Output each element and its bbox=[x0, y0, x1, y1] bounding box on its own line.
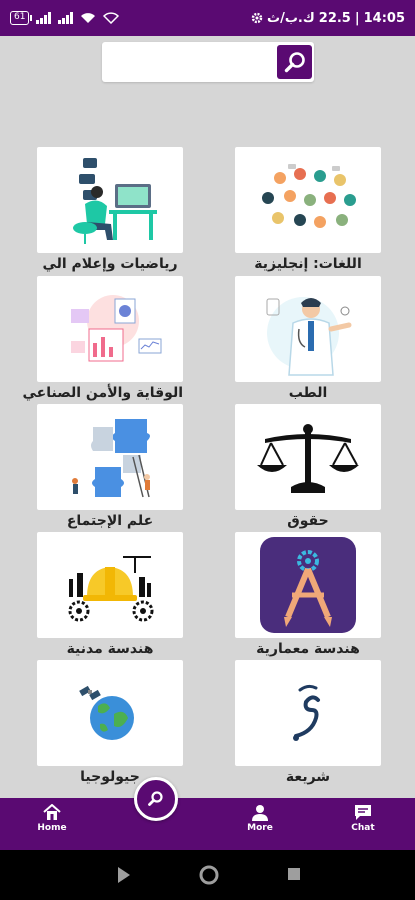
card-industrial-safety[interactable]: الوقاية والأمن الصناعي bbox=[22, 276, 184, 401]
card-architecture[interactable]: هندسة معمارية bbox=[235, 532, 381, 657]
search-icon bbox=[148, 791, 163, 806]
world-people-languages-illustration bbox=[235, 147, 381, 253]
card-sociology[interactable]: علم الإجتماع bbox=[37, 404, 183, 529]
search-icon bbox=[284, 52, 305, 73]
card-label: هندسة معمارية bbox=[256, 641, 360, 657]
nav-chat-label: Chat bbox=[351, 823, 375, 833]
card-label: الطب bbox=[288, 385, 328, 401]
industrial-dashboard-illustration bbox=[37, 276, 183, 382]
chat-icon bbox=[355, 805, 371, 820]
bottom-navigation: Home More Chat bbox=[0, 798, 415, 850]
wifi-icon bbox=[81, 13, 96, 23]
nav-home-label: Home bbox=[37, 823, 67, 833]
card-label: علم الإجتماع bbox=[66, 513, 154, 529]
card-label: الوقاية والأمن الصناعي bbox=[22, 385, 184, 401]
status-right: ك.ب/ث 22.5 | 14:05 bbox=[251, 11, 405, 26]
card-label: رياضيات وإعلام الي bbox=[42, 256, 178, 272]
separator: | bbox=[354, 10, 360, 26]
puzzle-people-illustration bbox=[37, 404, 183, 510]
nav-more-label: More bbox=[247, 823, 273, 833]
nav-chat[interactable]: Chat bbox=[338, 804, 388, 833]
settings-gear-icon bbox=[251, 12, 263, 24]
card-label: اللغات: إنجليزية bbox=[254, 256, 362, 272]
card-medicine[interactable]: الطب bbox=[235, 276, 381, 401]
person-icon bbox=[252, 805, 268, 821]
battery-icon: 61 bbox=[10, 11, 33, 25]
card-geology[interactable]: جيولوجيا bbox=[37, 660, 183, 785]
system-navigation-bar bbox=[0, 850, 415, 900]
card-law[interactable]: حقوق bbox=[235, 404, 381, 529]
status-bar: 61 ك.ب/ث 22.5 | 14:05 bbox=[0, 0, 415, 36]
search-input[interactable] bbox=[102, 42, 276, 82]
speed-unit: ك.ب/ث bbox=[267, 10, 315, 26]
signal-icon-2 bbox=[58, 12, 74, 24]
earth-globe-satellite-icon bbox=[37, 660, 183, 766]
floating-search-button[interactable] bbox=[134, 777, 178, 821]
card-sharia[interactable]: شريعة bbox=[235, 660, 381, 785]
home-circle-icon[interactable] bbox=[198, 864, 220, 886]
card-civil-engineering[interactable]: هندسة مدنية bbox=[37, 532, 183, 657]
card-languages-english[interactable]: اللغات: إنجليزية bbox=[235, 147, 381, 272]
card-label: حقوق bbox=[287, 513, 329, 529]
search-bar bbox=[102, 42, 314, 82]
card-label: شريعة bbox=[285, 769, 331, 785]
scales-of-justice-icon bbox=[235, 404, 381, 510]
computer-programmer-illustration bbox=[37, 147, 183, 253]
status-icons: 61 bbox=[10, 11, 120, 25]
nav-more[interactable]: More bbox=[235, 804, 285, 833]
card-label: هندسة مدنية bbox=[66, 641, 154, 657]
clock: 14:05 bbox=[363, 10, 405, 26]
home-icon bbox=[43, 804, 61, 820]
recents-square-icon[interactable] bbox=[286, 866, 302, 882]
search-button[interactable] bbox=[277, 45, 312, 79]
hard-hat-gears-icon bbox=[37, 532, 183, 638]
signal-icon bbox=[36, 12, 52, 24]
doctor-illustration bbox=[235, 276, 381, 382]
nav-home[interactable]: Home bbox=[27, 804, 77, 833]
compass-gear-icon bbox=[235, 532, 381, 638]
back-triangle-icon[interactable] bbox=[116, 865, 132, 885]
card-math-computer[interactable]: رياضيات وإعلام الي bbox=[37, 147, 183, 272]
cast-icon bbox=[103, 12, 120, 24]
arabic-calligraphy-icon bbox=[235, 660, 381, 766]
speed-value: 22.5 bbox=[318, 10, 351, 26]
